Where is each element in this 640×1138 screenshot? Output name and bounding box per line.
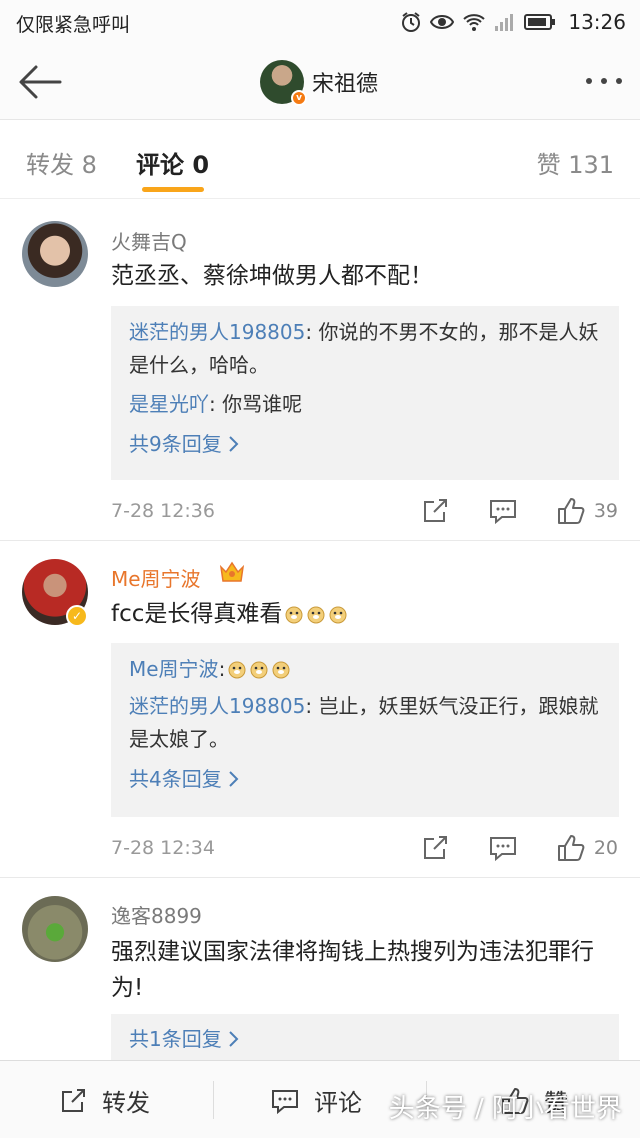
post-author[interactable]: v 宋祖德	[260, 60, 378, 106]
chevron-right-icon	[229, 436, 239, 452]
doge-emoji-icon	[329, 606, 347, 624]
more-dots-icon	[586, 78, 592, 84]
share-icon[interactable]	[420, 496, 450, 526]
doge-emoji-icon	[228, 661, 246, 679]
commenter-avatar[interactable]	[22, 896, 88, 962]
tab-bar: 转发 8 评论 0 赞 131	[0, 121, 640, 199]
watermark: 头条号 / 阿小看世界	[388, 1094, 622, 1124]
view-replies-link[interactable]: 共9条回复	[129, 429, 601, 459]
verified-badge: v	[291, 90, 307, 106]
verified-badge: ✓	[66, 605, 88, 627]
comment-text: fcc是长得真难看	[111, 596, 621, 632]
active-tab-indicator	[142, 187, 204, 192]
doge-emoji-icon	[272, 661, 290, 679]
commenter-name[interactable]: 逸客8899	[111, 900, 202, 929]
avatar[interactable]: v	[260, 60, 307, 106]
comment-icon	[272, 1089, 298, 1114]
commenter-name[interactable]: Me周宁波	[111, 563, 201, 592]
commenter-name[interactable]: 火舞吉Q	[111, 226, 187, 255]
comment-actions: 20	[382, 833, 618, 863]
doge-emoji-icon	[285, 606, 303, 624]
commenter-avatar[interactable]	[22, 221, 88, 287]
share-icon[interactable]	[420, 833, 450, 863]
carrier-label: 仅限紧急呼叫	[16, 14, 131, 36]
wifi-icon	[463, 14, 486, 31]
reply-count-label[interactable]: 共1条回复	[129, 1024, 222, 1054]
repost-label: 转发	[102, 1089, 150, 1117]
reply-text: : 你骂谁呢	[209, 392, 303, 416]
like-count: 20	[593, 837, 618, 859]
status-bar: 仅限紧急呼叫 13:26	[0, 0, 640, 44]
doge-emoji-icon	[250, 661, 268, 679]
reply-item: 迷茫的男人198805: 你说的不男不女的，那不是人妖是什么，哈哈。	[129, 316, 601, 382]
title-bar: v 宋祖德	[0, 44, 640, 120]
doge-emoji-icon	[307, 606, 325, 624]
clock: 13:26	[568, 10, 626, 34]
comment-label: 评论	[314, 1089, 362, 1117]
comment-text-content: fcc是长得真难看	[111, 601, 283, 627]
chevron-right-icon	[229, 771, 239, 787]
reply-count-label[interactable]: 共4条回复	[129, 764, 222, 794]
back-button[interactable]	[16, 62, 64, 102]
status-icons: 13:26	[400, 8, 626, 36]
like-icon[interactable]	[556, 833, 586, 863]
reply-box[interactable]: Me周宁波: 迷茫的男人198805: 岂止，妖里妖气没正行，跟娘就是太娘了。 …	[111, 643, 619, 817]
reply-count-label[interactable]: 共9条回复	[129, 429, 222, 459]
tab-comments[interactable]: 评论 0	[136, 145, 209, 180]
comment-text: 强烈建议国家法律将掏钱上热搜列为违法犯罪行为!	[111, 939, 594, 1001]
reply-item: Me周宁波:	[129, 653, 601, 686]
view-replies-link[interactable]: 共4条回复	[129, 764, 601, 794]
battery-icon	[524, 14, 556, 30]
eye-icon	[430, 15, 455, 29]
signal-icon	[495, 14, 514, 31]
like-count: 39	[593, 500, 618, 522]
reply-box[interactable]: 迷茫的男人198805: 你说的不男不女的，那不是人妖是什么，哈哈。 是星光吖:…	[111, 306, 619, 480]
chevron-right-icon	[229, 1031, 239, 1047]
divider	[0, 540, 640, 541]
reply-item: 迷茫的男人198805: 岂止，妖里妖气没正行，跟娘就是太娘了。	[129, 690, 601, 756]
comment-actions: 39	[382, 496, 618, 526]
reply-author[interactable]: 是星光吖	[129, 392, 209, 416]
tab-likes[interactable]: 赞 131	[537, 145, 614, 180]
like-icon[interactable]	[556, 496, 586, 526]
reply-item: 是星光吖: 你骂谁呢	[129, 388, 601, 421]
back-arrow-icon	[19, 65, 62, 99]
reply-icon[interactable]	[488, 833, 518, 863]
divider	[213, 1081, 214, 1119]
comment-button[interactable]: 评论	[270, 1083, 362, 1118]
view-replies-link[interactable]: 共1条回复	[129, 1024, 601, 1054]
vip-crown-icon	[219, 561, 245, 582]
tab-repost[interactable]: 转发 8	[26, 145, 97, 180]
repost-button[interactable]: 转发	[58, 1083, 150, 1118]
comment-text: 范丞丞、蔡徐坤做男人都不配！	[111, 263, 433, 289]
divider	[0, 877, 640, 878]
reply-author[interactable]: Me周宁波	[129, 657, 219, 681]
reply-icon[interactable]	[488, 496, 518, 526]
share-icon	[62, 1088, 85, 1112]
alarm-icon	[402, 12, 421, 32]
comment-time: 7-28 12:36	[111, 500, 215, 522]
reply-text: :	[218, 657, 226, 681]
reply-box[interactable]: 共1条回复	[111, 1014, 619, 1060]
reply-author[interactable]: 迷茫的男人198805	[129, 694, 305, 718]
reply-author[interactable]: 迷茫的男人198805	[129, 320, 305, 344]
more-button[interactable]	[586, 78, 622, 84]
author-name[interactable]: 宋祖德	[312, 66, 378, 98]
comment-time: 7-28 12:34	[111, 837, 215, 859]
